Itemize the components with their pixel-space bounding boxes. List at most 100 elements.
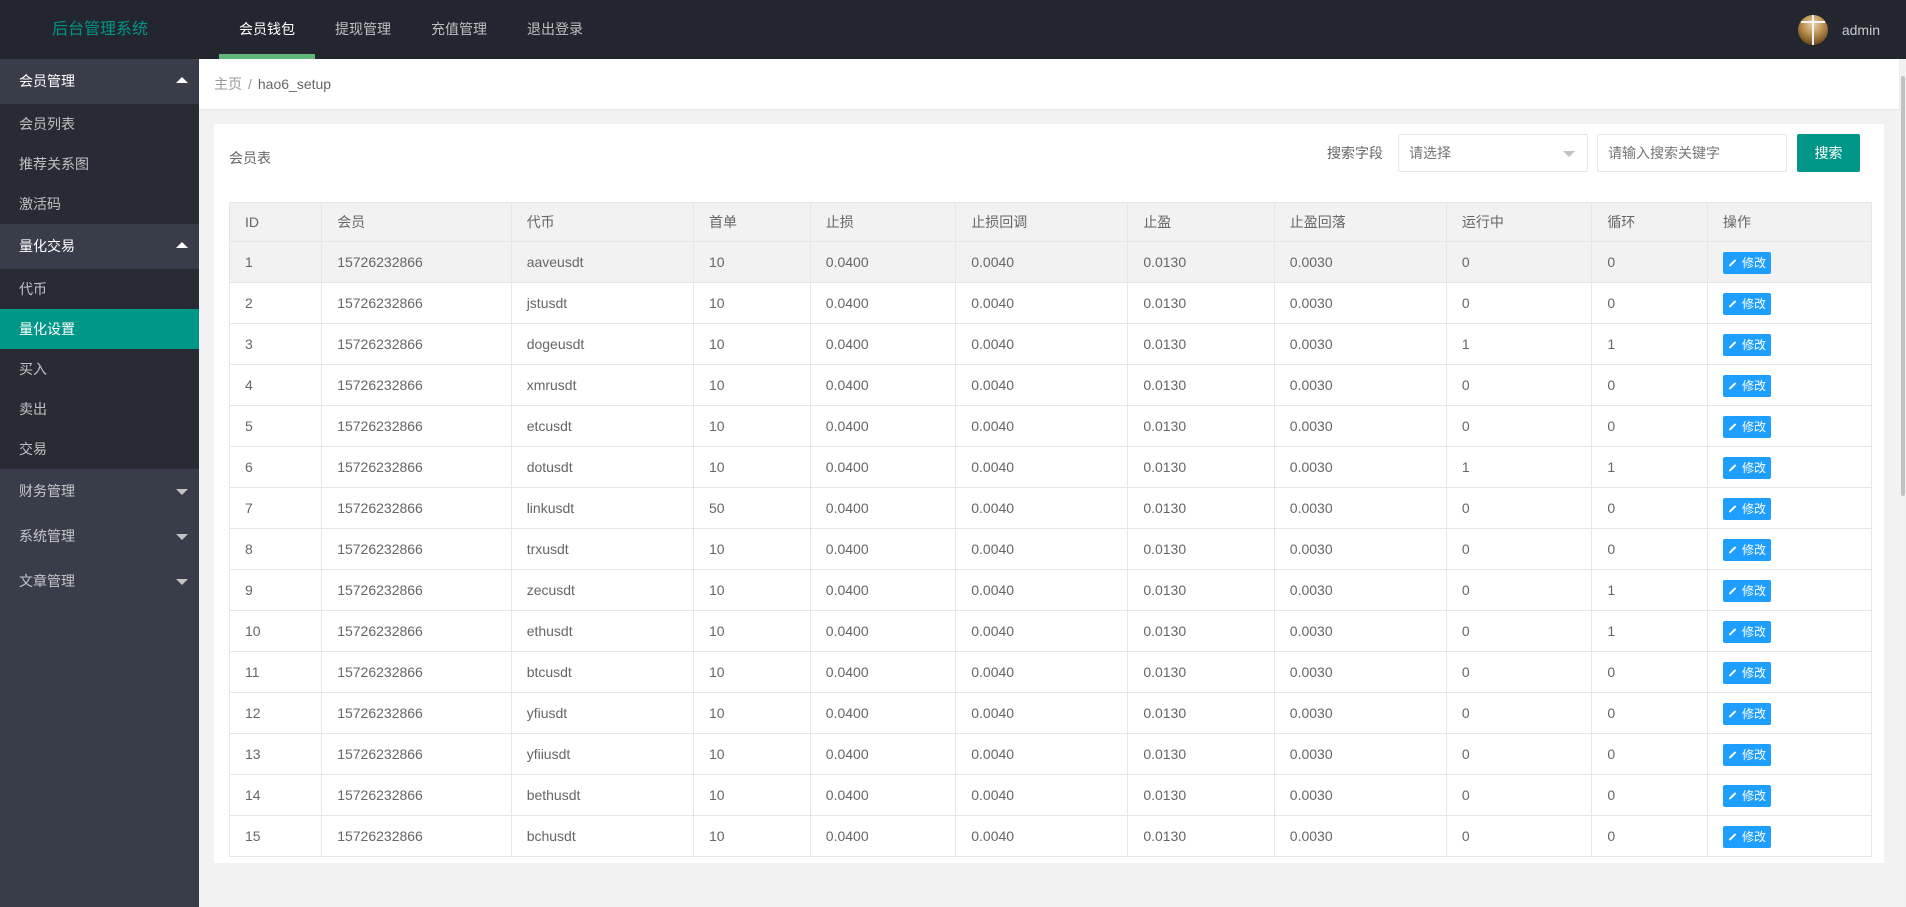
- cell-running: 0: [1445, 282, 1593, 324]
- cell-stop-loss-pullback: 0.0040: [955, 733, 1129, 775]
- cell-member: 15726232866: [321, 528, 512, 570]
- edit-button[interactable]: 修改: [1723, 620, 1772, 643]
- edit-button-label: 修改: [1742, 297, 1767, 311]
- edit-button[interactable]: 修改: [1723, 579, 1772, 602]
- column-header-stop-loss: 止损: [809, 202, 957, 242]
- edit-button[interactable]: 修改: [1723, 702, 1772, 725]
- cell-first-order: 10: [693, 364, 811, 406]
- edit-button[interactable]: 修改: [1723, 538, 1772, 561]
- sidebar-group-member-management[interactable]: 会员管理: [0, 59, 199, 104]
- top-header: 后台管理系统 会员钱包 提现管理 充值管理 退出登录 admin: [0, 0, 1906, 59]
- scrollbar-thumb[interactable]: [1901, 76, 1905, 496]
- cell-take-profit-pullback: 0.0030: [1273, 610, 1447, 652]
- cell-coin: jstusdt: [510, 282, 695, 324]
- search-button[interactable]: 搜索: [1797, 134, 1860, 172]
- pencil-icon: [1728, 381, 1737, 390]
- cell-loop: 0: [1591, 528, 1709, 570]
- sidebar-item-activation-code[interactable]: 激活码: [0, 184, 199, 224]
- column-header-coin: 代币: [510, 202, 695, 242]
- cell-stop-loss: 0.0400: [809, 610, 957, 652]
- edit-button[interactable]: 修改: [1723, 374, 1772, 397]
- sidebar-item-referral-graph[interactable]: 推荐关系图: [0, 144, 199, 184]
- cell-coin: yfiiusdt: [510, 733, 695, 775]
- edit-button[interactable]: 修改: [1723, 292, 1772, 315]
- cell-coin: dogeusdt: [510, 323, 695, 365]
- card-title: 会员表: [229, 150, 271, 166]
- sidebar-item-trade[interactable]: 交易: [0, 429, 199, 469]
- cell-first-order: 10: [693, 692, 811, 734]
- user-name[interactable]: admin: [1842, 22, 1880, 38]
- edit-button[interactable]: 修改: [1723, 251, 1772, 274]
- cell-loop: 0: [1591, 282, 1709, 324]
- cell-take-profit-pullback: 0.0030: [1273, 815, 1447, 857]
- cell-take-profit-pullback: 0.0030: [1273, 569, 1447, 611]
- search-keyword-input[interactable]: [1597, 134, 1787, 172]
- nav-logout[interactable]: 退出登录: [507, 0, 603, 59]
- edit-button[interactable]: 修改: [1723, 333, 1772, 356]
- cell-take-profit-pullback: 0.0030: [1273, 241, 1447, 283]
- cell-take-profit: 0.0130: [1127, 282, 1275, 324]
- cell-take-profit: 0.0130: [1127, 774, 1275, 816]
- cell-id: 9: [228, 569, 323, 611]
- sidebar-item-token[interactable]: 代币: [0, 269, 199, 309]
- caret-down-icon: [176, 534, 188, 540]
- column-header-take-profit-pullback: 止盈回落: [1273, 202, 1447, 242]
- edit-button[interactable]: 修改: [1723, 497, 1772, 520]
- edit-button[interactable]: 修改: [1723, 456, 1772, 479]
- sidebar-item-quant-settings[interactable]: 量化设置: [0, 309, 199, 349]
- cell-loop: 1: [1591, 610, 1709, 652]
- edit-button[interactable]: 修改: [1723, 784, 1772, 807]
- column-header-id: ID: [228, 202, 323, 242]
- edit-button[interactable]: 修改: [1723, 743, 1772, 766]
- page-scrollbar[interactable]: [1900, 59, 1906, 907]
- breadcrumb-separator: /: [248, 76, 252, 92]
- sidebar-group-article-management[interactable]: 文章管理: [0, 559, 199, 604]
- cell-running: 0: [1445, 692, 1593, 734]
- sidebar-group-system-management[interactable]: 系统管理: [0, 514, 199, 559]
- cell-action: 修改: [1707, 733, 1872, 775]
- sidebar-item-sell[interactable]: 卖出: [0, 389, 199, 429]
- cell-loop: 0: [1591, 651, 1709, 693]
- cell-stop-loss-pullback: 0.0040: [955, 446, 1129, 488]
- pencil-icon: [1728, 832, 1737, 841]
- search-field-label: 搜索字段: [1327, 145, 1383, 161]
- sidebar-item-member-list[interactable]: 会员列表: [0, 104, 199, 144]
- cell-running: 0: [1445, 610, 1593, 652]
- cell-stop-loss-pullback: 0.0040: [955, 528, 1129, 570]
- edit-button-label: 修改: [1742, 420, 1767, 434]
- breadcrumb-home[interactable]: 主页: [214, 76, 242, 92]
- cell-coin: dotusdt: [510, 446, 695, 488]
- edit-button[interactable]: 修改: [1723, 661, 1772, 684]
- cell-id: 13: [228, 733, 323, 775]
- cell-stop-loss-pullback: 0.0040: [955, 815, 1129, 857]
- nav-member-wallet[interactable]: 会员钱包: [219, 0, 315, 59]
- cell-member: 15726232866: [321, 241, 512, 283]
- sidebar-group-finance-management[interactable]: 财务管理: [0, 469, 199, 514]
- cell-member: 15726232866: [321, 364, 512, 406]
- cell-stop-loss-pullback: 0.0040: [955, 241, 1129, 283]
- nav-withdraw-management[interactable]: 提现管理: [315, 0, 411, 59]
- user-menu[interactable]: admin: [1797, 0, 1880, 59]
- cell-take-profit: 0.0130: [1127, 323, 1275, 365]
- cell-member: 15726232866: [321, 774, 512, 816]
- cell-loop: 0: [1591, 405, 1709, 447]
- nav-recharge-management[interactable]: 充值管理: [411, 0, 507, 59]
- cell-id: 4: [228, 364, 323, 406]
- cell-stop-loss-pullback: 0.0040: [955, 323, 1129, 365]
- column-header-running: 运行中: [1445, 202, 1593, 242]
- user-avatar-icon[interactable]: [1797, 14, 1828, 45]
- edit-button-label: 修改: [1742, 543, 1767, 557]
- search-field-select[interactable]: 请选择: [1398, 134, 1588, 172]
- edit-button[interactable]: 修改: [1723, 415, 1772, 438]
- sidebar-group-quant-trading[interactable]: 量化交易: [0, 224, 199, 269]
- sidebar-item-buy[interactable]: 买入: [0, 349, 199, 389]
- cell-stop-loss: 0.0400: [809, 569, 957, 611]
- table-row: 8 15726232866 trxusdt 10 0.0400 0.0040 0.0130 0…: [228, 528, 1872, 570]
- cell-id: 15: [228, 815, 323, 857]
- cell-take-profit-pullback: 0.0030: [1273, 733, 1447, 775]
- edit-button[interactable]: 修改: [1723, 825, 1772, 848]
- cell-take-profit: 0.0130: [1127, 405, 1275, 447]
- search-field-select-value: 请选择: [1409, 145, 1451, 161]
- cell-take-profit: 0.0130: [1127, 610, 1275, 652]
- cell-first-order: 10: [693, 241, 811, 283]
